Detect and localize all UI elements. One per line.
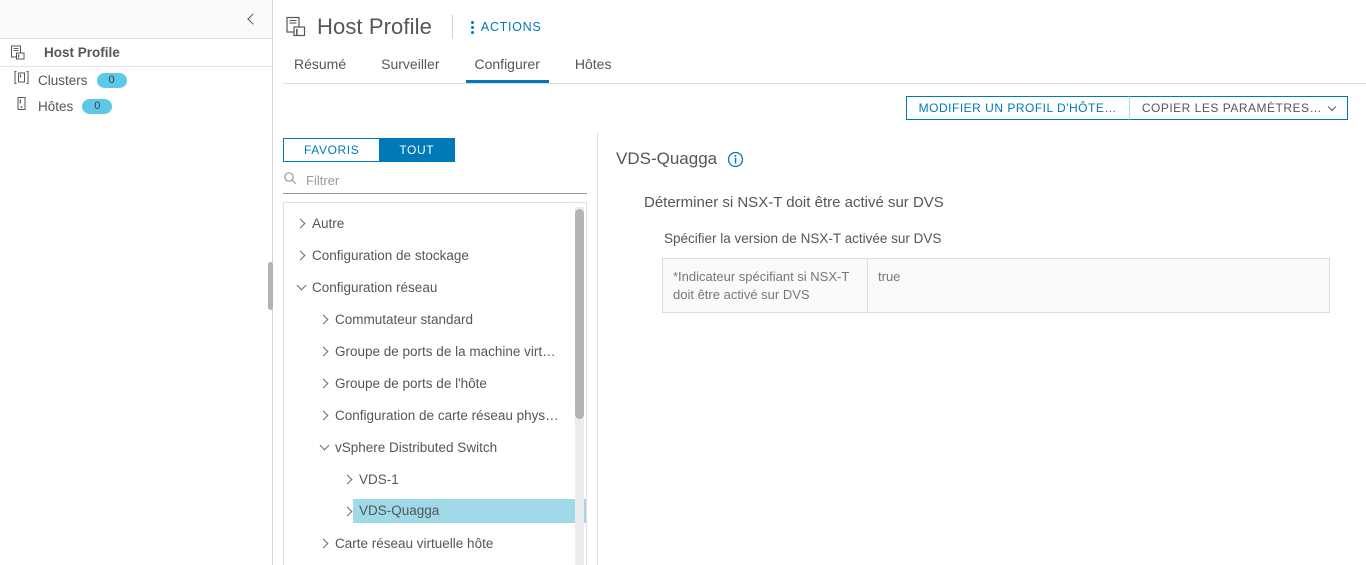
copy-settings-button[interactable]: COPIER LES PARAMÈTRES…	[1128, 96, 1348, 120]
tree-node-label: VDS-Quagga	[353, 499, 586, 523]
tree-node-vds-1[interactable]: VDS-1	[284, 463, 586, 495]
chevron-right-icon[interactable]	[313, 346, 335, 356]
host-profile-icon	[285, 16, 307, 38]
kebab-menu-icon	[470, 20, 474, 34]
tree-node-autre[interactable]: Autre	[284, 207, 586, 239]
main-panel: Host Profile ACTIONS Résumé Surveiller C…	[273, 0, 1366, 565]
tree-node-carte-reseau-virtuelle-hote[interactable]: Carte réseau virtuelle hôte	[284, 527, 586, 559]
tree-node-label: Configuration de carte réseau phys…	[335, 407, 559, 423]
tree-node-label: Configuration réseau	[312, 279, 438, 295]
chevron-down-icon[interactable]	[290, 280, 312, 291]
tree-node-configuration-de-stockage[interactable]: Configuration de stockage	[284, 239, 586, 271]
detail-panel: VDS-Quagga Déterminer si NSX-T doit être…	[598, 132, 1366, 565]
page-title: Host Profile	[317, 14, 432, 39]
toolbar-button-group: MODIFIER UN PROFIL D'HÔTE… COPIER LES PA…	[905, 96, 1348, 120]
app-root: Host Profile Clusters 0 Hôtes 0 Host Pro…	[0, 0, 1366, 565]
sidebar-item-hosts-label: Hôtes	[38, 98, 74, 114]
detail-section-heading: Déterminer si NSX-T doit être activé sur…	[644, 194, 944, 211]
tab-resume[interactable]: Résumé	[285, 57, 355, 83]
chevron-left-icon	[246, 13, 259, 25]
collapse-panel-button[interactable]	[240, 8, 262, 30]
settings-tree-box: Autre Configuration de stockage Configur…	[283, 202, 587, 565]
settings-tree-panel: FAVORIS TOUT Filtrer Autre Configuration…	[273, 132, 598, 565]
toggle-favoris[interactable]: FAVORIS	[284, 139, 380, 161]
tree-node-label: Configuration de stockage	[312, 247, 469, 263]
table-row: *Indicateur spécifiant si NSX-T doit êtr…	[662, 258, 1330, 313]
chevron-down-icon[interactable]	[313, 440, 335, 451]
host-profile-icon	[10, 45, 26, 61]
property-key: *Indicateur spécifiant si NSX-T doit êtr…	[662, 258, 868, 313]
chevron-right-icon[interactable]	[337, 474, 359, 484]
toggle-tout[interactable]: TOUT	[379, 139, 455, 161]
sidebar-item-clusters-label: Clusters	[38, 72, 88, 88]
tree-node-groupe-de-ports-machine-virtuelle[interactable]: Groupe de ports de la machine virt…	[284, 335, 586, 367]
tree-node-label: Carte réseau virtuelle hôte	[335, 535, 494, 551]
info-circle-icon[interactable]	[727, 151, 744, 168]
tree-node-label: Groupe de ports de la machine virt…	[335, 343, 556, 359]
tree-node-vsphere-distributed-switch[interactable]: vSphere Distributed Switch	[284, 431, 586, 463]
copy-settings-label: COPIER LES PARAMÈTRES…	[1141, 101, 1322, 115]
detail-title: VDS-Quagga	[616, 149, 718, 168]
tab-configurer[interactable]: Configurer	[465, 57, 549, 83]
tree-node-configuration-carte-reseau-physique[interactable]: Configuration de carte réseau phys…	[284, 399, 586, 431]
detail-title-row: VDS-Quagga	[616, 146, 1348, 172]
chevron-right-icon[interactable]	[313, 314, 335, 324]
chevron-right-icon[interactable]	[313, 378, 335, 388]
chevron-right-icon[interactable]	[313, 410, 335, 420]
left-navigation-panel: Host Profile Clusters 0 Hôtes 0	[0, 0, 273, 565]
sidebar-item-clusters[interactable]: Clusters 0	[0, 67, 272, 93]
edit-host-profile-button[interactable]: MODIFIER UN PROFIL D'HÔTE…	[905, 96, 1129, 120]
tree-node-configuration-reseau[interactable]: Configuration réseau	[284, 271, 586, 303]
tree-node-vds-quagga[interactable]: VDS-Quagga	[284, 495, 586, 527]
tree-node-groupe-de-ports-de-lhote[interactable]: Groupe de ports de l'hôte	[284, 367, 586, 399]
tree-node-commutateur-standard[interactable]: Commutateur standard	[284, 303, 586, 335]
tree-node-label: Autre	[312, 215, 345, 231]
tree-scrollbar-thumb[interactable]	[575, 209, 584, 419]
detail-sub-heading: Spécifier la version de NSX-T activée su…	[664, 231, 942, 246]
host-icon	[14, 96, 29, 116]
tab-hotes[interactable]: Hôtes	[566, 57, 621, 83]
favorites-all-toggle-row: FAVORIS TOUT	[273, 132, 597, 162]
actions-menu-label: ACTIONS	[480, 20, 542, 34]
action-toolbar: MODIFIER UN PROFIL D'HÔTE… COPIER LES PA…	[273, 84, 1366, 132]
content-split: FAVORIS TOUT Filtrer Autre Configuration…	[273, 132, 1366, 565]
title-row: Host Profile ACTIONS	[283, 10, 1366, 44]
page-header: Host Profile ACTIONS Résumé Surveiller C…	[273, 0, 1366, 84]
property-value: true	[878, 269, 901, 284]
tab-surveiller[interactable]: Surveiller	[372, 57, 448, 83]
sidebar-item-hosts[interactable]: Hôtes 0	[0, 93, 272, 119]
chevron-right-icon[interactable]	[313, 538, 335, 548]
left-nav-profile-label: Host Profile	[44, 45, 120, 60]
property-table: *Indicateur spécifiant si NSX-T doit êtr…	[662, 258, 1330, 314]
left-nav-profile-row[interactable]: Host Profile	[0, 39, 272, 67]
actions-menu-button[interactable]: ACTIONS	[470, 20, 542, 34]
cluster-icon	[14, 70, 29, 90]
hosts-count-badge: 0	[82, 98, 113, 114]
settings-tree: Autre Configuration de stockage Configur…	[284, 203, 586, 559]
tree-node-label: Commutateur standard	[335, 311, 474, 327]
favorites-all-toggle: FAVORIS TOUT	[283, 138, 456, 162]
chevron-right-icon[interactable]	[290, 250, 312, 260]
chevron-right-icon[interactable]	[290, 218, 312, 228]
tab-bar: Résumé Surveiller Configurer Hôtes	[283, 50, 1366, 84]
tree-node-label: Groupe de ports de l'hôte	[335, 375, 487, 391]
left-nav-header	[0, 0, 272, 39]
clusters-count-badge: 0	[96, 72, 127, 88]
filter-row	[283, 168, 587, 194]
tree-node-label: vSphere Distributed Switch	[335, 439, 498, 455]
chevron-down-icon	[1327, 102, 1337, 111]
tree-node-label: VDS-1	[359, 471, 399, 487]
search-icon	[283, 171, 297, 190]
filter-input[interactable]	[304, 172, 587, 189]
header-divider	[451, 15, 453, 39]
